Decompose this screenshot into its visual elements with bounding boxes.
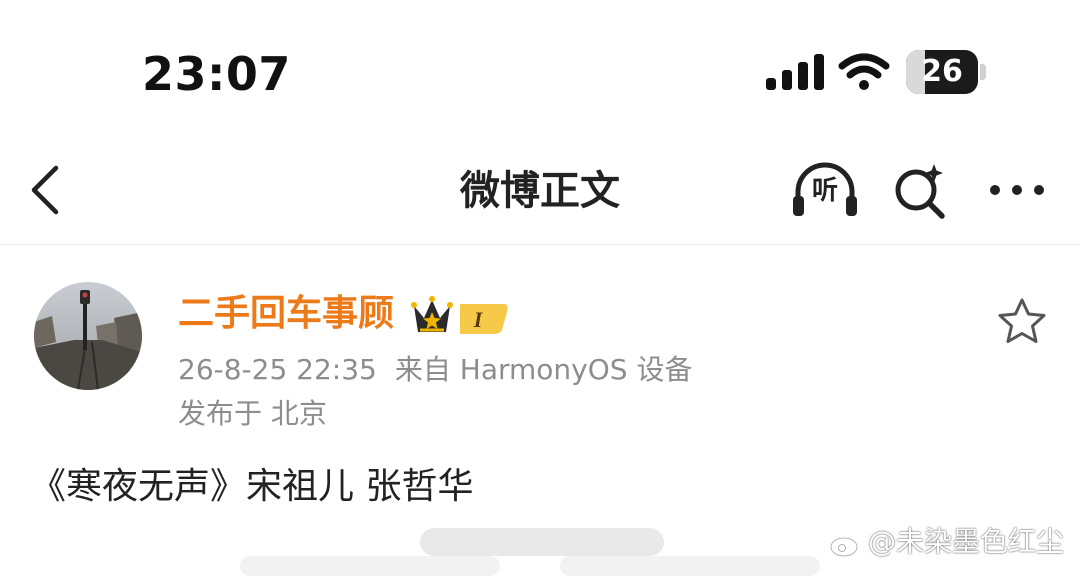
badge-label: I bbox=[473, 307, 484, 332]
weibo-logo-icon bbox=[829, 530, 862, 558]
username-link[interactable]: 二手回车事顾 bbox=[178, 290, 394, 338]
favorite-star-icon[interactable] bbox=[996, 296, 1048, 346]
post-content[interactable]: 《寒夜无声》宋祖儿 张哲华 bbox=[30, 462, 473, 512]
listen-label: 听 bbox=[811, 176, 838, 206]
crown-icon: I bbox=[411, 296, 508, 334]
media-card-right[interactable] bbox=[560, 556, 820, 576]
post-location: 发布于 北京 bbox=[178, 397, 327, 430]
user-avatar[interactable] bbox=[34, 282, 142, 390]
cellular-signal-icon bbox=[766, 54, 824, 90]
post-meta: 26-8-25 22:35 来自 HarmonyOS 设备 bbox=[178, 352, 692, 388]
media-card-left[interactable] bbox=[240, 556, 500, 576]
battery-nub bbox=[980, 64, 986, 80]
watermark-text: @未染墨色红尘 bbox=[868, 525, 1065, 558]
more-options-icon[interactable] bbox=[986, 168, 1048, 212]
header-divider bbox=[0, 244, 1080, 245]
post-datetime: 26-8-25 22:35 bbox=[178, 353, 377, 386]
post-source: 来自 HarmonyOS 设备 bbox=[394, 353, 693, 386]
wifi-icon bbox=[838, 53, 890, 90]
battery-percent: 26 bbox=[921, 54, 963, 89]
battery-indicator: 26 bbox=[906, 50, 978, 94]
listen-button[interactable]: 听 bbox=[790, 160, 860, 220]
blurred-strip bbox=[420, 528, 664, 556]
status-time: 23:07 bbox=[142, 47, 291, 101]
search-icon[interactable] bbox=[890, 160, 954, 220]
